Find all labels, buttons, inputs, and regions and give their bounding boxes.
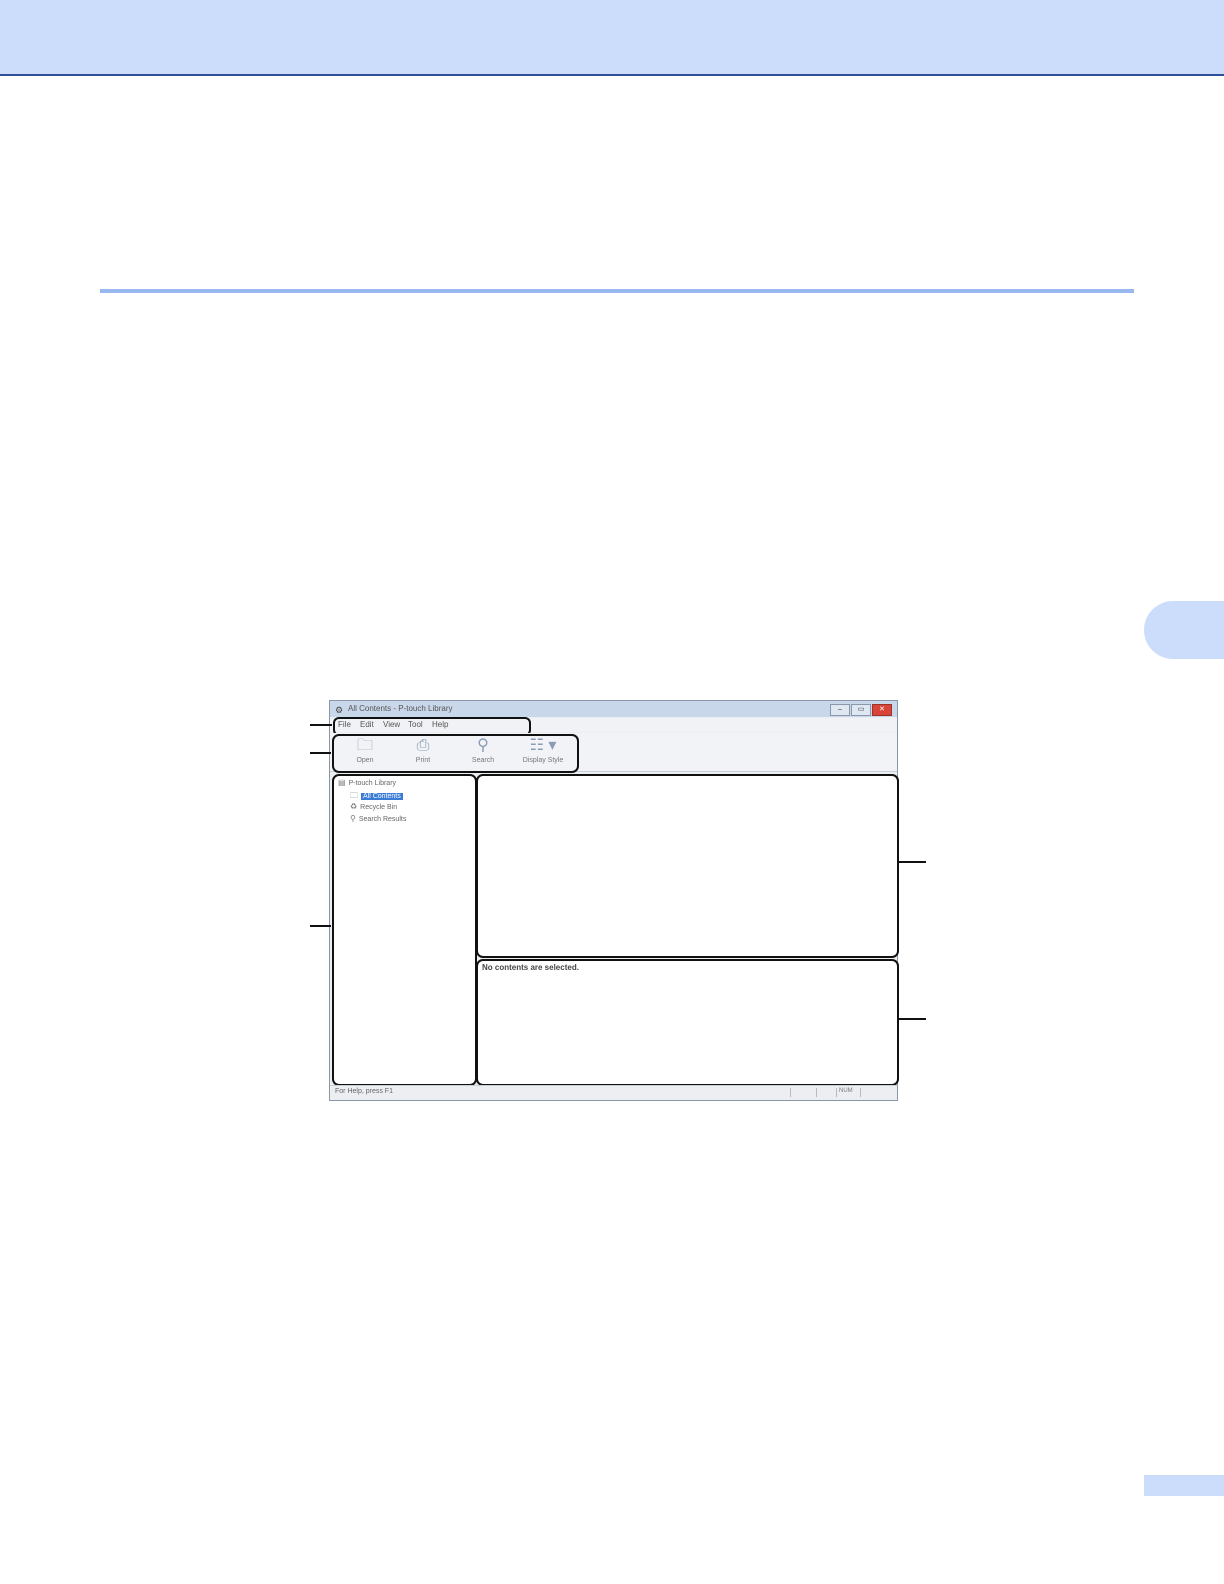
search-icon: ⚲	[350, 814, 356, 823]
page-number-box	[1144, 1475, 1224, 1496]
page-header-band	[0, 0, 1224, 76]
callout-line-tree	[310, 925, 331, 927]
labels-list-pane[interactable]	[476, 774, 899, 958]
ptouch-library-window: ⚙ All Contents - P-touch Library – ▭ ✕ F…	[329, 700, 899, 1101]
callout-line-preview	[898, 1018, 926, 1020]
tree-item-search-results[interactable]: ⚲ Search Results	[350, 814, 406, 823]
library-icon: ▤	[338, 778, 346, 787]
status-help-text: For Help, press F1	[335, 1088, 393, 1095]
status-cell-2	[816, 1088, 837, 1097]
callout-line-menu	[310, 724, 332, 726]
tree-item-library[interactable]: ▤ P-touch Library	[338, 778, 396, 787]
chapter-side-tab	[1144, 601, 1224, 659]
callout-line-list	[898, 861, 926, 863]
status-num-indicator: NUM	[836, 1088, 861, 1097]
toolbar-callout-outline	[332, 734, 579, 773]
close-button[interactable]: ✕	[872, 704, 892, 716]
status-cell-4	[860, 1088, 887, 1097]
title-bar: ⚙ All Contents - P-touch Library – ▭ ✕	[330, 701, 897, 717]
callout-line-toolbar	[310, 752, 331, 754]
status-bar: For Help, press F1 NUM	[330, 1085, 897, 1100]
preview-message: No contents are selected.	[482, 963, 579, 972]
window-title: All Contents - P-touch Library	[348, 704, 453, 713]
maximize-button[interactable]: ▭	[851, 704, 871, 716]
section-rule	[100, 289, 1134, 293]
status-cell-1	[790, 1088, 817, 1097]
recycle-bin-icon: ♻	[350, 802, 358, 811]
minimize-button[interactable]: –	[830, 704, 850, 716]
preview-pane: No contents are selected.	[476, 959, 899, 1086]
folder-icon: 🗀	[350, 791, 358, 800]
tree-item-recycle-bin[interactable]: ♻ Recycle Bin	[350, 802, 397, 811]
folder-tree-pane: ▤ P-touch Library 🗀 All Contents ♻ Recycle …	[332, 774, 477, 1086]
app-icon: ⚙	[335, 705, 344, 715]
